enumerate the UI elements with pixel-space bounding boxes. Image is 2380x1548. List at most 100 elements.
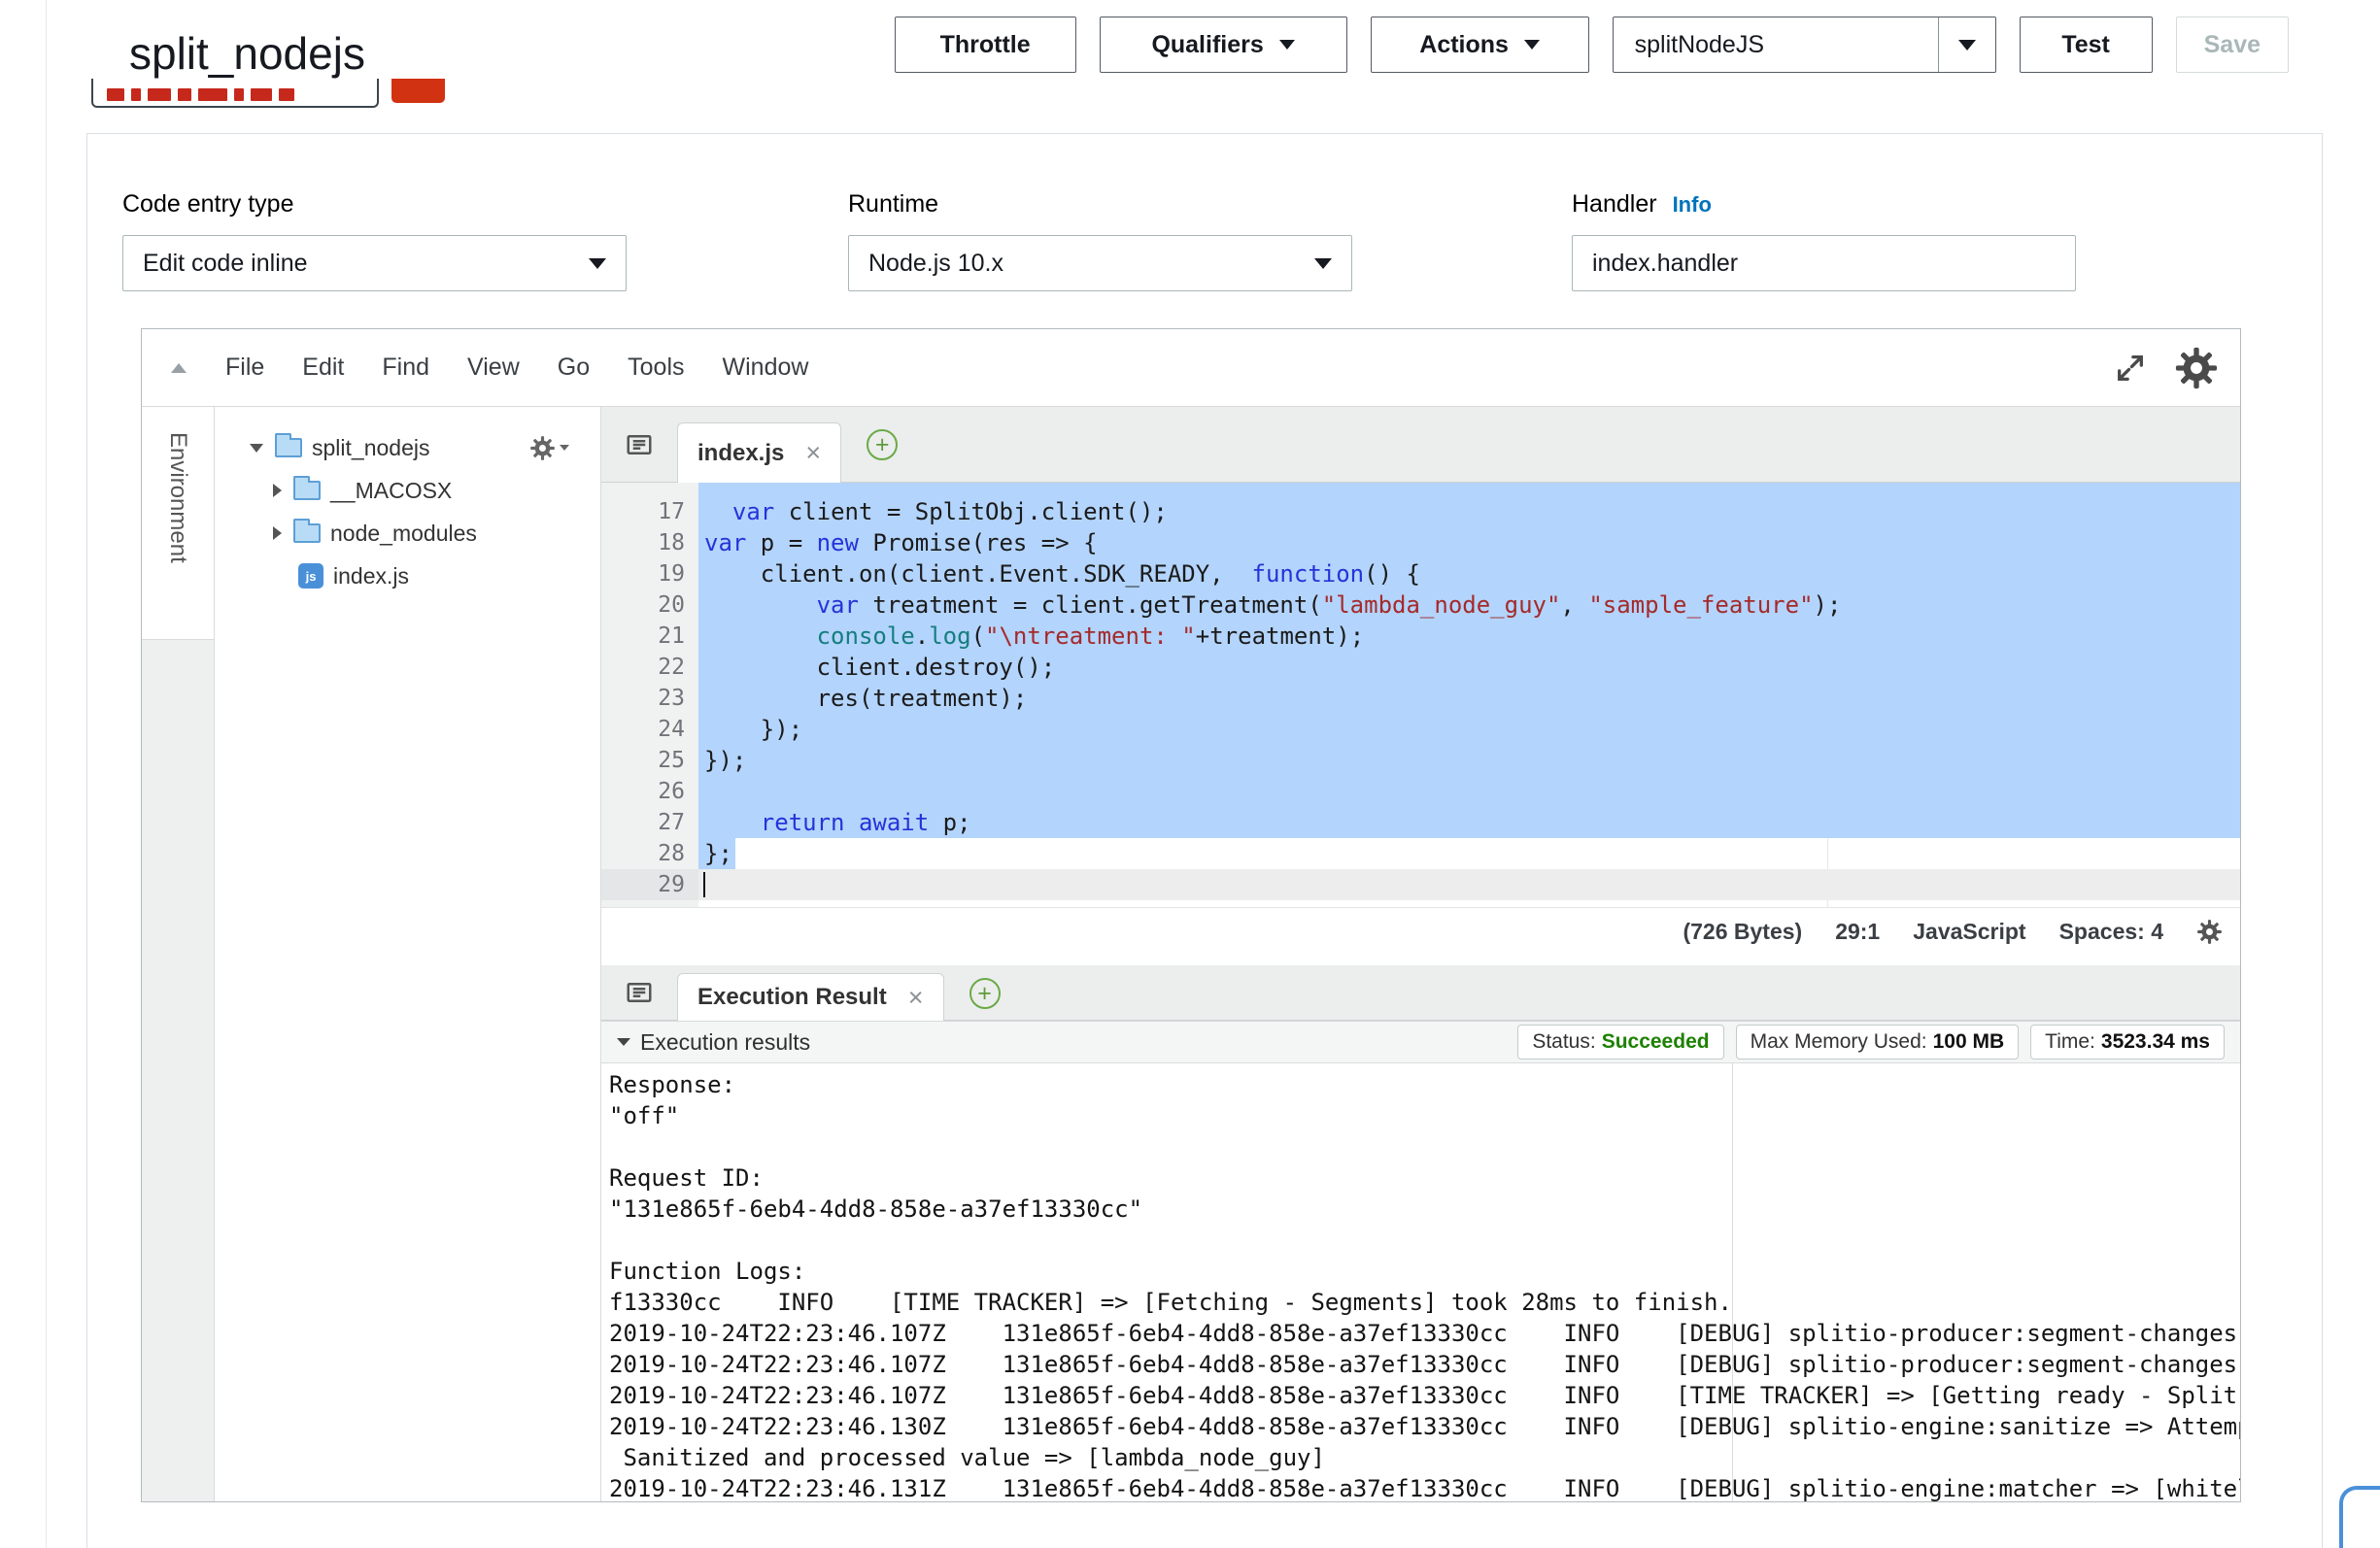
info-link[interactable]: Info <box>1673 192 1712 217</box>
designer-fragment-chip <box>391 79 445 103</box>
gear-icon <box>2196 919 2223 945</box>
qualifiers-button[interactable]: Qualifiers <box>1100 17 1347 73</box>
log-line: "off" <box>609 1100 2240 1131</box>
menu-tools[interactable]: Tools <box>628 353 684 382</box>
tree-item-indexjs[interactable]: index.js <box>215 555 600 597</box>
code-line[interactable]: 21 console.log("\ntreatment: "+treatment… <box>601 621 2240 652</box>
tab-indexjs[interactable]: index.js × <box>677 422 841 483</box>
page-title: split_nodejs <box>129 25 365 82</box>
new-tab-button[interactable]: + <box>867 429 898 460</box>
code-line[interactable]: 24 }); <box>601 714 2240 745</box>
log-line: 2019-10-24T22:23:46.130Z 131e865f-6eb4-4… <box>609 1411 2240 1442</box>
caret-right-icon <box>273 526 282 540</box>
code-text: client.on(client.Event.SDK_READY, functi… <box>698 558 2240 589</box>
line-number: 21 <box>601 621 698 652</box>
folder-icon <box>293 481 321 500</box>
exec-results-label[interactable]: Execution results <box>640 1029 810 1056</box>
code-line[interactable]: 29 <box>601 869 2240 900</box>
code-line[interactable]: 22 client.destroy(); <box>601 652 2240 683</box>
line-number: 26 <box>601 776 698 807</box>
collapse-up-icon[interactable] <box>171 363 187 373</box>
tree-item-macosx[interactable]: __MACOSX <box>215 469 600 512</box>
tree-settings-button[interactable] <box>529 435 569 461</box>
line-number: 20 <box>601 589 698 621</box>
environment-strip: Environment <box>142 407 215 1501</box>
editor-menubar: File Edit Find View Go Tools Window <box>142 329 2240 407</box>
test-button[interactable]: Test <box>2020 17 2153 73</box>
runtime-select[interactable]: Node.js 10.x <box>848 235 1352 291</box>
folder-icon <box>293 523 321 543</box>
environment-tab[interactable]: Environment <box>142 407 214 640</box>
code-text: var client = SplitObj.client(); <box>698 496 2240 527</box>
tree-item-node-modules[interactable]: node_modules <box>215 512 600 555</box>
save-button[interactable]: Save <box>2176 17 2289 73</box>
close-icon[interactable]: × <box>805 438 821 468</box>
code-line[interactable]: 17 var client = SplitObj.client(); <box>601 496 2240 527</box>
log-line: Function Logs: <box>609 1256 2240 1287</box>
alias-select[interactable]: splitNodeJS <box>1613 17 1996 73</box>
expand-arrows-icon <box>2114 352 2147 385</box>
alias-caret-zone[interactable] <box>1938 17 1995 72</box>
log-line: f13330cc INFO [TIME TRACKER] => [Fetchin… <box>609 1287 2240 1318</box>
code-text: }); <box>698 714 2240 745</box>
chevron-down-icon <box>1958 40 1976 50</box>
statusbar-settings-button[interactable] <box>2196 919 2223 945</box>
log-line: Request ID: <box>609 1162 2240 1194</box>
caret-down-icon[interactable] <box>617 1038 630 1046</box>
chevron-down-icon <box>1524 40 1540 50</box>
tab-list-button[interactable] <box>601 407 677 482</box>
menu-view[interactable]: View <box>467 353 520 382</box>
code-text: return await p; <box>698 807 2240 838</box>
handler-field[interactable] <box>1572 235 2076 291</box>
log-line: "131e865f-6eb4-4dd8-858e-a37ef13330cc" <box>609 1194 2240 1225</box>
code-line[interactable]: 26 <box>601 776 2240 807</box>
code-line[interactable]: 20 var treatment = client.getTreatment("… <box>601 589 2240 621</box>
menu-file[interactable]: File <box>225 353 264 382</box>
editor-status-bar: (726 Bytes) 29:1 JavaScript Spaces: 4 <box>601 907 2240 956</box>
menu-find[interactable]: Find <box>382 353 429 382</box>
code-line[interactable]: 27 return await p; <box>601 807 2240 838</box>
chevron-down-icon <box>1279 40 1295 50</box>
indent-setting[interactable]: Spaces: 4 <box>2059 919 2163 945</box>
line-number: 22 <box>601 652 698 683</box>
execution-log: Response:"off" Request ID:"131e865f-6eb4-… <box>601 1063 2240 1501</box>
handler-input[interactable] <box>1592 250 2056 278</box>
code-lines: 17 var client = SplitObj.client();18var … <box>601 483 2240 900</box>
code-line[interactable]: 25}); <box>601 745 2240 776</box>
line-number: 19 <box>601 558 698 589</box>
menu-edit[interactable]: Edit <box>302 353 344 382</box>
code-line[interactable]: 18var p = new Promise(res => { <box>601 527 2240 558</box>
code-line[interactable]: 23 res(treatment); <box>601 683 2240 714</box>
tab-list-button[interactable] <box>601 965 677 1020</box>
code-entry-type-select[interactable]: Edit code inline <box>122 235 627 291</box>
tab-list-icon <box>625 430 654 459</box>
language-mode[interactable]: JavaScript <box>1913 919 2025 945</box>
exec-tab-bar: Execution Result × + <box>601 965 2240 1021</box>
log-line: Response: <box>609 1069 2240 1100</box>
chevron-down-icon <box>589 258 606 269</box>
code-text <box>698 869 2240 900</box>
tree-item-root[interactable]: split_nodejs <box>215 426 600 469</box>
code-line[interactable]: 19 client.on(client.Event.SDK_READY, fun… <box>601 558 2240 589</box>
js-file-icon <box>298 563 323 589</box>
status-badge: Status:Succeeded <box>1517 1025 1723 1060</box>
menu-go[interactable]: Go <box>558 353 590 382</box>
tab-execution-result[interactable]: Execution Result × <box>677 973 944 1021</box>
fullscreen-button[interactable] <box>2114 352 2147 385</box>
code-text: res(treatment); <box>698 683 2240 714</box>
file-size: (726 Bytes) <box>1683 919 1802 945</box>
time-badge: Time:3523.34 ms <box>2030 1025 2225 1060</box>
actions-button[interactable]: Actions <box>1371 17 1589 73</box>
menu-window[interactable]: Window <box>723 353 809 382</box>
handler-label: HandlerInfo <box>1572 190 1712 219</box>
code-line[interactable]: 28}; <box>601 838 2240 869</box>
code-area[interactable]: 17 var client = SplitObj.client();18var … <box>601 483 2240 907</box>
gear-icon <box>529 435 556 461</box>
memory-badge: Max Memory Used:100 MB <box>1736 1025 2020 1060</box>
editor-settings-button[interactable] <box>2174 346 2219 390</box>
chevron-down-icon <box>560 445 569 451</box>
new-tab-button[interactable]: + <box>969 978 1001 1009</box>
throttle-button[interactable]: Throttle <box>895 17 1076 73</box>
log-line <box>609 1225 2240 1256</box>
close-icon[interactable]: × <box>908 983 924 1013</box>
